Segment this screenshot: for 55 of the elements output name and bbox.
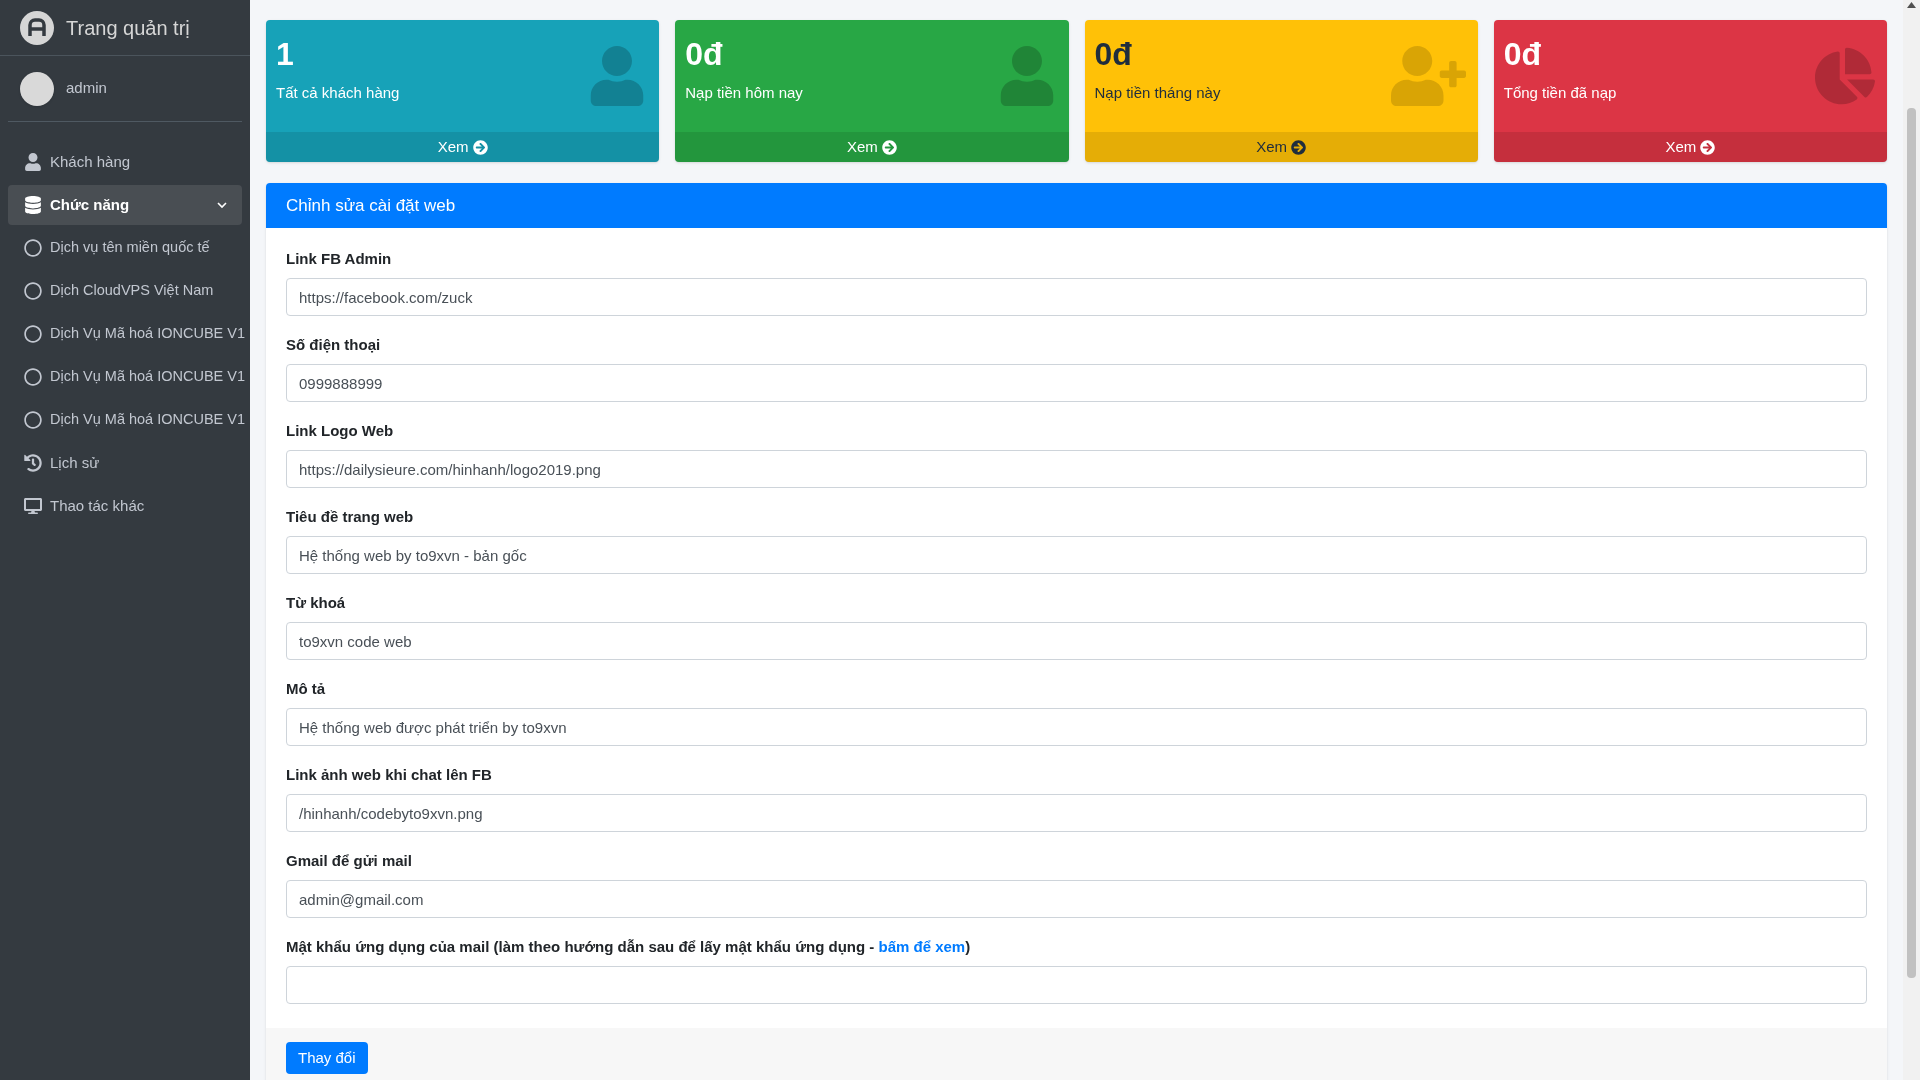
text-field[interactable] (286, 966, 1867, 1004)
database-icon (24, 196, 42, 214)
text-field[interactable]: Hệ thống web by to9xvn - bản gốc (286, 536, 1867, 574)
view-link[interactable]: Xem (1493, 132, 1887, 162)
scroll-up-icon (1907, 2, 1916, 8)
monitor-icon (24, 497, 42, 515)
text-field[interactable]: Hệ thống web được phát triển by to9xvn (286, 708, 1867, 746)
nav-item[interactable]: Lịch sử (8, 443, 242, 483)
stat-value: 0đ (685, 35, 724, 74)
stat-value: 1 (276, 35, 295, 74)
text-field[interactable]: https://facebook.com/zuck (286, 278, 1867, 316)
stat-label: Nạp tiền hôm nay (685, 83, 803, 103)
person-icon (24, 153, 42, 171)
nav-item[interactable]: Chức năng (8, 185, 242, 225)
caret-icon (217, 201, 227, 209)
view-link[interactable]: Xem (1084, 132, 1478, 162)
view-link[interactable]: Xem (266, 132, 660, 162)
field-label: Từ khoá (286, 593, 347, 613)
stat-value: 0đ (1094, 35, 1133, 74)
nav-subitem[interactable]: Dịch CloudVPS Việt Nam (8, 271, 242, 311)
field-label: Số điện thoại (286, 335, 382, 355)
text-field[interactable]: to9xvn code web (286, 622, 1867, 660)
arrow-right-icon (1700, 139, 1716, 155)
text-field[interactable]: https://dailysieure.com/hinhanh/logo2019.png (286, 450, 1867, 488)
user-name[interactable]: admin (66, 77, 107, 100)
field-label: Link ảnh web khi chat lên FB (286, 765, 493, 785)
field-label: Tiêu đề trang web (286, 507, 415, 527)
arrow-right-icon (472, 139, 488, 155)
arrow-right-icon (1291, 139, 1307, 155)
field-label: Mật khẩu ứng dụng của mail (làm theo hướng dẫn sau để lấy mật khẩu ứng dụng - bấm để xem) (286, 937, 972, 957)
avatar (20, 71, 54, 106)
view-link[interactable]: Xem (675, 132, 1069, 162)
logo-icon (20, 10, 54, 45)
help-link[interactable]: bấm để xem (878, 938, 966, 955)
brand-title: Trang quản trị (66, 15, 190, 41)
text-field[interactable]: 0999888999 (286, 364, 1867, 402)
stat-label: Tổng tiền đã nạp (1503, 83, 1617, 103)
nav-item[interactable]: Khách hàng (8, 142, 242, 182)
nav-subitem[interactable]: Dịch vụ tên miền quốc tế (8, 228, 242, 268)
history-icon (24, 454, 42, 472)
text-field[interactable]: admin@gmail.com (286, 880, 1867, 918)
pie-chart-icon (1815, 46, 1875, 106)
submit-button[interactable]: Thay đổi (286, 1042, 368, 1074)
nav-item[interactable]: Thao tác khác (8, 486, 242, 526)
stat-label: Nạp tiền tháng này (1094, 83, 1221, 103)
stat-value: 0đ (1503, 35, 1543, 74)
stat-label: Tất cả khách hàng (276, 83, 400, 103)
person-plus-icon (1390, 46, 1466, 106)
field-label: Link FB Admin (286, 249, 393, 269)
arrow-right-icon (881, 139, 897, 155)
field-label: Mô tả (286, 679, 327, 699)
text-field[interactable]: /hinhanh/codebyto9xvn.png (286, 794, 1867, 832)
field-label: Link Logo Web (286, 421, 395, 441)
card-title: Chỉnh sửa cài đặt web (286, 194, 456, 217)
field-label: Gmail để gửi mail (286, 851, 413, 871)
